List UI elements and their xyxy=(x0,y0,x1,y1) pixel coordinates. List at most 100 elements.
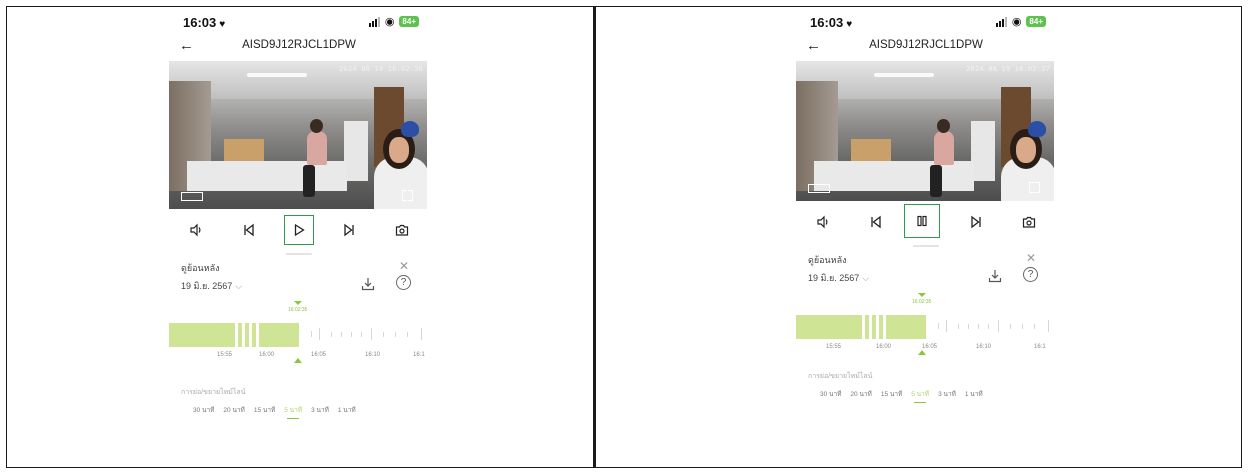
battery-indicator: 84+ xyxy=(1026,16,1046,27)
download-icon[interactable] xyxy=(361,277,375,291)
zoom-option[interactable]: 20 นาที xyxy=(850,389,871,399)
heart-icon: ♥ xyxy=(846,19,853,30)
tick-label: 16:10 xyxy=(976,344,992,350)
phone-screen: 16:03 ♥ ◉ 84+ ← AISD9J12RJCL1DPW 2024 06… xyxy=(169,7,429,419)
video-timestamp: 2024 06 19 16:02:37 xyxy=(966,65,1050,73)
help-icon[interactable]: ? xyxy=(396,275,411,290)
panel-title: ดูย้อนหลัง xyxy=(808,255,847,265)
status-time: 16:03 xyxy=(183,15,217,30)
timeline-zoom-title: การย่อ/ขยายไทม์ไลน์ xyxy=(181,389,246,396)
zoom-option[interactable]: 20 นาที xyxy=(223,405,244,415)
tick-label: 15:55 xyxy=(826,344,842,350)
skip-forward-icon[interactable] xyxy=(334,215,364,245)
help-icon[interactable]: ? xyxy=(1023,267,1038,282)
recording-segment xyxy=(872,315,876,339)
fullscreen-icon[interactable] xyxy=(402,190,413,201)
signal-icon xyxy=(995,16,1007,27)
top-nav: ← AISD9J12RJCL1DPW xyxy=(169,35,429,61)
device-title: AISD9J12RJCL1DPW xyxy=(869,39,983,51)
timeline[interactable]: 16:02:35 15:55 16:00 16:05 16:10 16:1 xyxy=(169,295,429,365)
skip-back-icon[interactable] xyxy=(234,215,264,245)
top-nav: ← AISD9J12RJCL1DPW xyxy=(796,35,1056,61)
quality-badge[interactable] xyxy=(808,184,830,193)
pause-icon xyxy=(917,215,927,227)
tick-label: 16:1 xyxy=(413,352,425,358)
playback-controls xyxy=(169,209,429,249)
timeline-marker xyxy=(918,293,926,297)
zoom-option[interactable]: 1 นาที xyxy=(338,405,356,415)
tick-label: 15:55 xyxy=(217,352,233,358)
panel-title: ดูย้อนหลัง xyxy=(181,263,220,273)
zoom-option[interactable]: 15 นาที xyxy=(254,405,275,415)
status-bar: 16:03 ♥ ◉ 84+ xyxy=(169,7,429,35)
screenshot-panel-right: 16:03 ♥ ◉ 84+ ← AISD9J12RJCL1DPW 2024 06… xyxy=(594,6,1242,468)
recording-segment xyxy=(886,315,926,339)
heart-icon: ♥ xyxy=(219,19,226,30)
timeline-zoom-options: 30 นาที 20 นาที 15 นาที 5 นาที 3 นาที 1 … xyxy=(193,405,356,419)
chevron-down-icon: ⌵ xyxy=(862,273,870,283)
date-selector[interactable]: 19 มิ.ย. 2567 ⌵ xyxy=(181,279,242,293)
tick-label: 16:00 xyxy=(259,352,275,358)
status-bar: 16:03 ♥ ◉ 84+ xyxy=(796,7,1056,35)
signal-icon xyxy=(368,16,380,27)
recording-segment xyxy=(169,323,235,347)
status-time: 16:03 xyxy=(810,15,844,30)
camera-video[interactable]: 2024 06 19 16:02:36 xyxy=(169,61,427,209)
wifi-icon: ◉ xyxy=(384,16,395,28)
close-icon[interactable]: ✕ xyxy=(1026,251,1036,265)
timeline-marker xyxy=(294,301,302,305)
phone-screen: 16:03 ♥ ◉ 84+ ← AISD9J12RJCL1DPW 2024 06… xyxy=(796,7,1056,403)
camera-icon[interactable] xyxy=(1014,207,1044,237)
recording-segment xyxy=(879,315,883,339)
zoom-option[interactable]: 3 นาที xyxy=(938,389,956,399)
timeline[interactable]: 16:02:35 15:55 16:00 16:05 16:10 16:1 xyxy=(796,287,1056,357)
recording-segment xyxy=(245,323,249,347)
play-button[interactable] xyxy=(284,215,314,245)
recording-segment xyxy=(252,323,256,347)
play-icon xyxy=(294,223,305,237)
tick-label: 16:05 xyxy=(311,352,327,358)
skip-back-icon[interactable] xyxy=(861,207,891,237)
recording-segment xyxy=(238,323,242,347)
battery-indicator: 84+ xyxy=(399,16,419,27)
pause-button[interactable] xyxy=(904,204,940,238)
zoom-option[interactable]: 30 นาที xyxy=(820,389,841,399)
tick-label: 16:10 xyxy=(365,352,381,358)
camera-video[interactable]: 2024 06 19 16:02:37 xyxy=(796,61,1054,201)
marker-time: 16:02:35 xyxy=(912,299,932,305)
close-icon[interactable]: ✕ xyxy=(399,259,409,273)
camera-icon[interactable] xyxy=(387,215,417,245)
zoom-option-active[interactable]: 5 นาที xyxy=(911,389,929,403)
timeline-track[interactable] xyxy=(796,315,1054,339)
chevron-down-icon: ⌵ xyxy=(235,281,243,291)
date-selector[interactable]: 19 มิ.ย. 2567 ⌵ xyxy=(808,271,869,285)
playback-panel-header: ดูย้อนหลัง 19 มิ.ย. 2567 ⌵ ✕ ? xyxy=(169,255,429,295)
device-title: AISD9J12RJCL1DPW xyxy=(242,39,356,51)
zoom-option[interactable]: 3 นาที xyxy=(311,405,329,415)
wifi-icon: ◉ xyxy=(1011,16,1022,28)
playback-controls xyxy=(796,201,1056,241)
video-timestamp: 2024 06 19 16:02:36 xyxy=(339,65,423,73)
timeline-zoom-options: 30 นาที 20 นาที 15 นาที 5 นาที 3 นาที 1 … xyxy=(820,389,983,403)
speaker-icon[interactable] xyxy=(181,215,211,245)
marker-time: 16:02:35 xyxy=(288,307,308,313)
zoom-option-active[interactable]: 5 นาที xyxy=(284,405,302,419)
zoom-option[interactable]: 1 นาที xyxy=(965,389,983,399)
recording-segment xyxy=(796,315,862,339)
quality-badge[interactable] xyxy=(181,192,203,201)
playhead[interactable] xyxy=(294,358,302,363)
zoom-option[interactable]: 30 นาที xyxy=(193,405,214,415)
timeline-track[interactable] xyxy=(169,323,427,347)
fullscreen-icon[interactable] xyxy=(1029,182,1040,193)
playback-panel-header: ดูย้อนหลัง 19 มิ.ย. 2567 ⌵ ✕ ? xyxy=(796,247,1056,287)
timeline-zoom-title: การย่อ/ขยายไทม์ไลน์ xyxy=(808,373,873,380)
download-icon[interactable] xyxy=(988,269,1002,283)
tick-label: 16:1 xyxy=(1034,344,1046,350)
playhead[interactable] xyxy=(918,350,926,355)
tick-label: 16:00 xyxy=(876,344,892,350)
recording-segment xyxy=(865,315,869,339)
skip-forward-icon[interactable] xyxy=(961,207,991,237)
zoom-option[interactable]: 15 นาที xyxy=(881,389,902,399)
speaker-icon[interactable] xyxy=(808,207,838,237)
screenshot-panel-left: 16:03 ♥ ◉ 84+ ← AISD9J12RJCL1DPW 2024 06… xyxy=(6,6,594,468)
